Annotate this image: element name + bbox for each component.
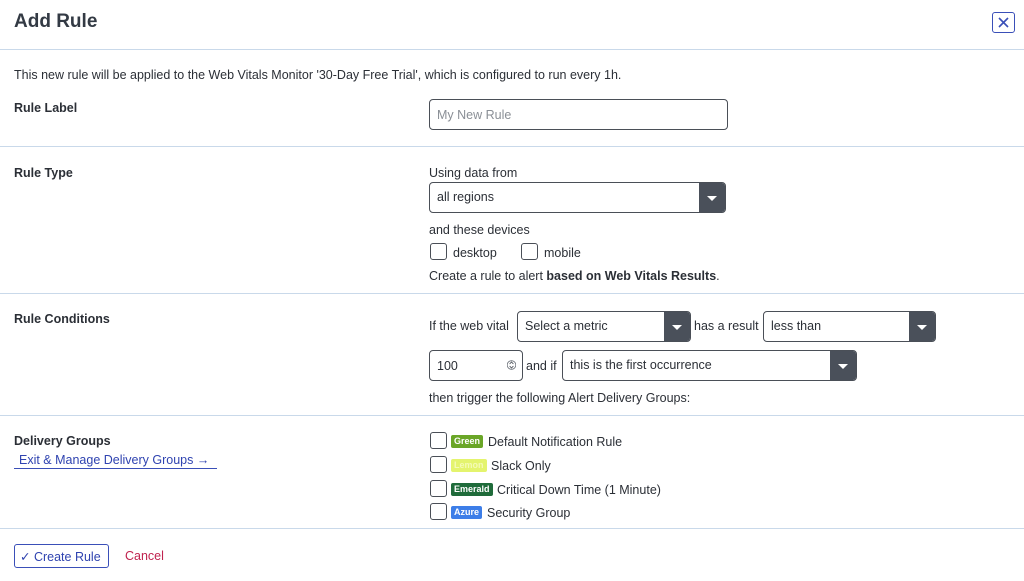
close-icon [998,17,1009,28]
threshold-stepper[interactable] [429,350,523,381]
chevron-down-icon [830,351,856,380]
delivery-group-name: Security Group [487,506,571,520]
rule-type-note-bold: based on Web Vitals Results [546,269,717,283]
rule-label-heading: Rule Label [14,101,78,115]
rule-type-note: Create a rule to alert based on Web Vita… [429,269,720,283]
section-divider [0,528,1024,529]
rule-label-input[interactable] [430,100,727,129]
manage-delivery-groups-link[interactable]: Exit & Manage Delivery Groups → [14,453,217,469]
rule-type-note-prefix: Create a rule to alert [429,269,547,283]
occurrence-select-value: this is the first occurrence [570,358,712,372]
devices-label: and these devices [429,223,530,237]
delivery-group-checkbox[interactable] [430,503,447,520]
rule-type-note-suffix: . [716,269,720,283]
section-divider [0,146,1024,147]
chevron-down-icon [664,312,690,341]
rule-label-field[interactable] [429,99,728,130]
rule-type-heading: Rule Type [14,166,73,180]
delivery-group-name: Critical Down Time (1 Minute) [497,483,661,497]
chevron-down-icon [909,312,935,341]
device-checkbox-mobile[interactable] [521,243,538,260]
cancel-button[interactable]: Cancel [125,549,164,563]
delivery-group-name: Default Notification Rule [488,435,623,449]
create-rule-button[interactable]: ✓ Create Rule [14,544,109,568]
group-badge-azure: Azure [451,506,483,519]
comparison-select[interactable]: less than [763,311,936,342]
and-if-text: and if [526,359,557,373]
delivery-group-checkbox[interactable] [430,432,447,449]
metric-select[interactable]: Select a metric [517,311,691,342]
comparison-select-value: less than [771,319,822,333]
then-trigger-text: then trigger the following Alert Deliver… [429,391,691,405]
section-divider [0,415,1024,416]
group-badge-lemon: Lemon [451,459,487,472]
rule-conditions-heading: Rule Conditions [14,312,110,326]
device-label-mobile: mobile [544,246,581,260]
delivery-groups-heading: Delivery Groups [14,434,111,448]
delivery-group-checkbox[interactable] [430,480,447,497]
delivery-group-checkbox[interactable] [430,456,447,473]
dialog-title: Add Rule [14,11,98,32]
has-result-text: has a result [694,319,759,333]
device-label-desktop: desktop [453,246,497,260]
occurrence-select[interactable]: this is the first occurrence [562,350,857,381]
rule-intro-text: This new rule will be applied to the Web… [14,68,622,82]
region-select-value: all regions [437,190,494,204]
delivery-group-name: Slack Only [491,459,551,473]
region-select[interactable]: all regions [429,182,726,213]
group-badge-emerald: Emerald [451,483,493,496]
stepper-arrows-icon[interactable] [507,359,516,371]
chevron-down-icon [699,183,725,212]
dialog-header: Add Rule [0,0,1024,50]
close-button[interactable] [992,12,1015,33]
device-checkbox-desktop[interactable] [430,243,447,260]
group-badge-green: Green [451,435,484,448]
metric-select-value: Select a metric [525,319,608,333]
using-data-from-label: Using data from [429,166,518,180]
if-web-vital-text: If the web vital [429,319,509,333]
section-divider [0,293,1024,294]
